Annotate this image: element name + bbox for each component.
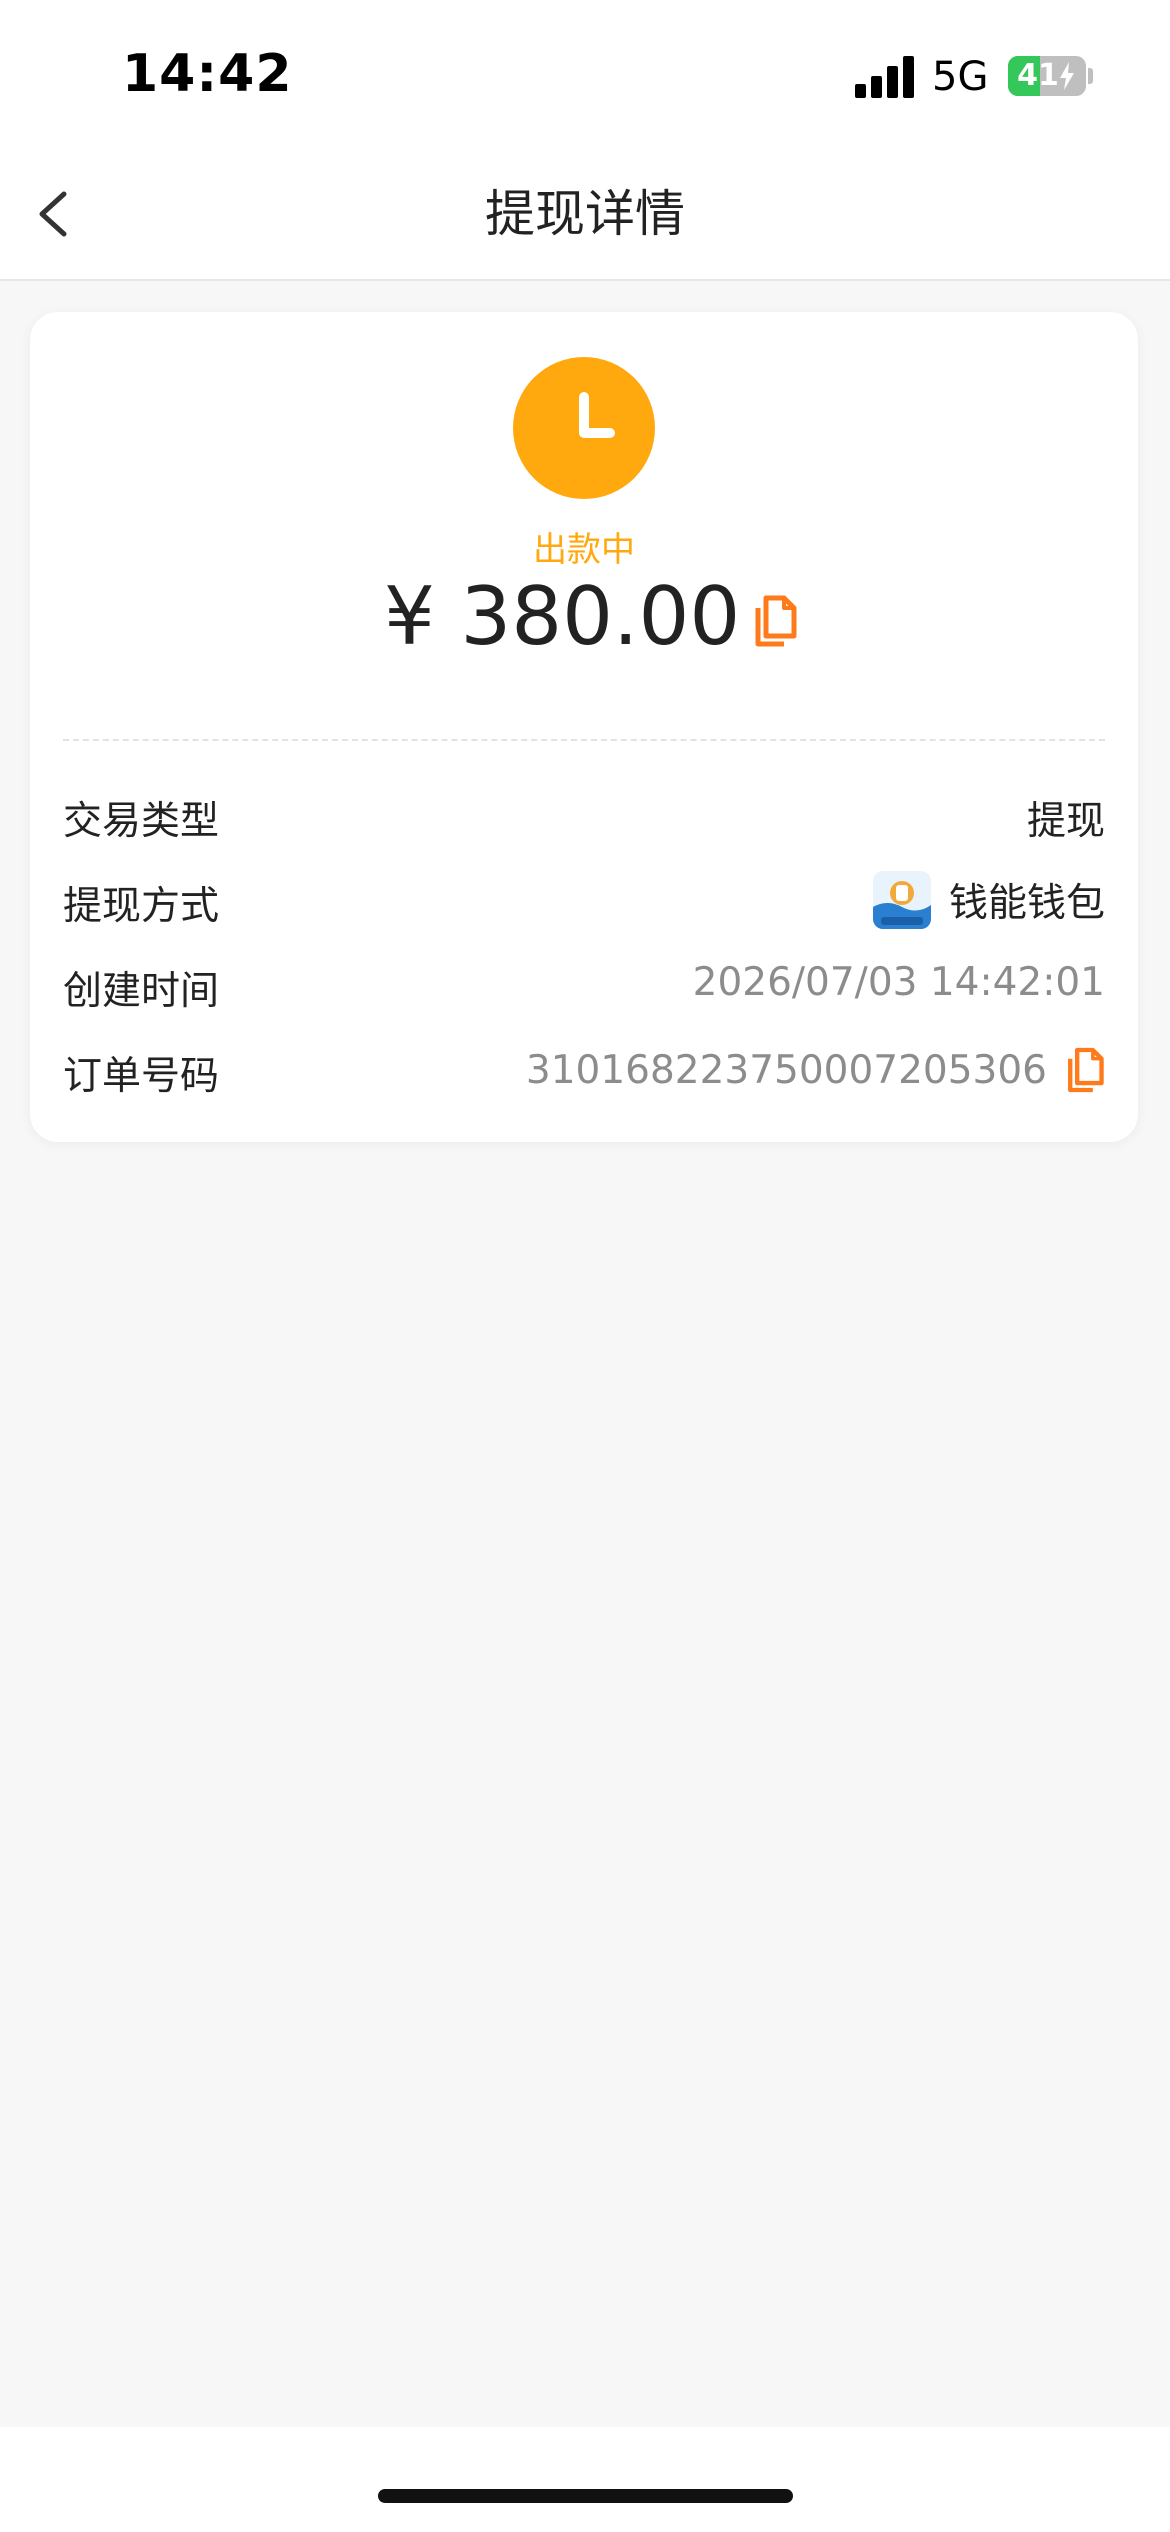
status-bar: 14:42 5G 41 [0,0,1170,150]
signal-icon [855,56,914,98]
charging-bolt-icon [1060,62,1074,90]
row-order-number: 订单号码 310168223750007205306 [63,1035,1105,1105]
created-time-value: 2026/07/03 14:42:01 [692,960,1105,1005]
withdraw-method-value: 钱能钱包 [948,881,1105,926]
home-indicator[interactable] [378,2489,793,2503]
status-badge: 出款中 [533,530,635,570]
status-time: 14:42 [122,44,293,104]
row-transaction-type: 交易类型 提现 [63,780,1105,850]
network-type: 5G [932,54,989,100]
order-number-value: 310168223750007205306 [525,1047,1047,1093]
page-title: 提现详情 [485,185,685,243]
battery-icon: 41 [1008,56,1086,96]
withdrawal-detail-card: 出款中 ¥ 380.00 交易类型 提现 提现方式 钱能钱包 创建时间 2026… [30,312,1138,1142]
dashed-divider [63,739,1105,741]
row-withdraw-method: 提现方式 钱能钱包 [63,865,1105,935]
copy-icon[interactable] [1065,1046,1105,1094]
copy-icon[interactable] [752,594,798,648]
withdraw-method-label: 提现方式 [63,884,220,929]
wallet-app-icon [872,871,931,929]
transaction-type-label: 交易类型 [63,799,220,844]
nav-bar: 提现详情 [0,150,1170,281]
battery-tip [1088,68,1093,84]
withdrawal-amount: ¥ 380.00 [384,570,741,663]
order-number-label: 订单号码 [63,1054,220,1099]
bottom-safe-area [0,2427,1170,2532]
withdraw-method-value-wrap: 钱能钱包 [872,865,1105,935]
clock-icon [513,357,655,499]
transaction-type-value: 提现 [1026,799,1105,844]
created-time-label: 创建时间 [63,969,220,1014]
clock-hands [579,392,615,438]
order-number-value-wrap: 310168223750007205306 [526,1035,1105,1105]
row-created-time: 创建时间 2026/07/03 14:42:01 [63,950,1105,1020]
